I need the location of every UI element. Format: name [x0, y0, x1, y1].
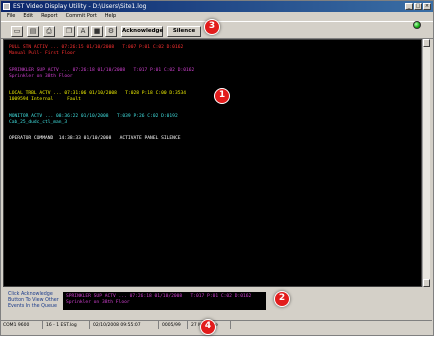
copy-icon[interactable]: ❐ [63, 26, 75, 37]
app-icon [3, 3, 10, 10]
silence-button[interactable]: Silence [167, 26, 201, 37]
menu-edit[interactable]: Edit [23, 12, 33, 21]
status-datetime: 02/10/2008 09:55:07 [90, 321, 159, 329]
status-port: COM1 9600 [0, 321, 43, 329]
event-line: MONITOR ACTV ... 08:36:22 01/10/2008 T:0… [9, 114, 178, 119]
callout-badge-3: 3 [204, 19, 220, 35]
vertical-scrollbar[interactable] [422, 39, 430, 287]
close-button[interactable]: × [423, 3, 431, 10]
callout-badge-4: 4 [200, 319, 216, 335]
event-console: PULL STN ACTIV ... 07:26:15 01/10/2008 T… [3, 39, 422, 287]
callout-badge-1: 1 [214, 88, 230, 104]
scroll-up-icon[interactable] [423, 39, 430, 47]
status-count: 0005/99 [159, 321, 188, 329]
callout-badge-2: 2 [274, 291, 290, 307]
save-icon[interactable]: ▤ [27, 26, 39, 37]
menu-bar: File Edit Report Commit Port Help [1, 12, 433, 21]
settings-icon[interactable]: ⚙ [105, 26, 117, 37]
minimize-button[interactable]: _ [405, 3, 413, 10]
status-log: 16 - 1 EST.log [43, 321, 90, 329]
event-desc: Sprinkler on 38th Floor [9, 74, 73, 79]
queue-hint: Click Acknowledge Button To View Other E… [8, 292, 59, 309]
event-desc: Manual Pull- First Floor [9, 51, 76, 56]
queued-event-desc: Sprinkler on 38th Floor [66, 299, 130, 305]
event-desc: Cab_25_dudc_ctl_man_3 [9, 120, 68, 125]
maximize-button[interactable]: □ [414, 3, 422, 10]
event-line: SPRINKLER SUP ACTV ... 07:26:18 01/10/20… [9, 68, 195, 73]
queue-panel: Click Acknowledge Button To View Other E… [0, 289, 432, 319]
status-led-icon [413, 21, 421, 29]
color-icon[interactable]: ■ [91, 26, 103, 37]
menu-file[interactable]: File [7, 12, 15, 21]
menu-report[interactable]: Report [41, 12, 58, 21]
window-title: EST Video Display Utility - D:\Users\Sit… [13, 3, 147, 10]
menu-commit-port[interactable]: Commit Port [66, 12, 97, 21]
event-line: LOCAL TRBL ACTV ... 07:31:06 01/10/2008 … [9, 91, 187, 96]
title-bar: EST Video Display Utility - D:\Users\Sit… [1, 1, 433, 12]
acknowledge-button[interactable]: Acknowledge [121, 26, 163, 37]
event-line: PULL STN ACTIV ... 07:26:15 01/10/2008 T… [9, 45, 184, 50]
event-desc: 1009594 Internal Fault [9, 97, 81, 102]
scroll-down-icon[interactable] [423, 279, 430, 287]
open-file-icon[interactable]: ▭ [11, 26, 23, 37]
menu-help[interactable]: Help [105, 12, 116, 21]
font-icon[interactable]: A [77, 26, 89, 37]
queued-event: SPRINKLER SUP ACTV ... 07:26:18 01/10/20… [63, 292, 266, 310]
queued-event-line: SPRINKLER SUP ACTV ... 07:26:18 01/10/20… [66, 294, 252, 299]
status-bar: COM1 9600 16 - 1 EST.log 02/10/2008 09:5… [0, 320, 432, 329]
operator-command-line: OPERATOR COMMAND 14:38:33 01/10/2008 ACT… [9, 136, 181, 141]
print-icon[interactable]: ⎙ [43, 26, 55, 37]
